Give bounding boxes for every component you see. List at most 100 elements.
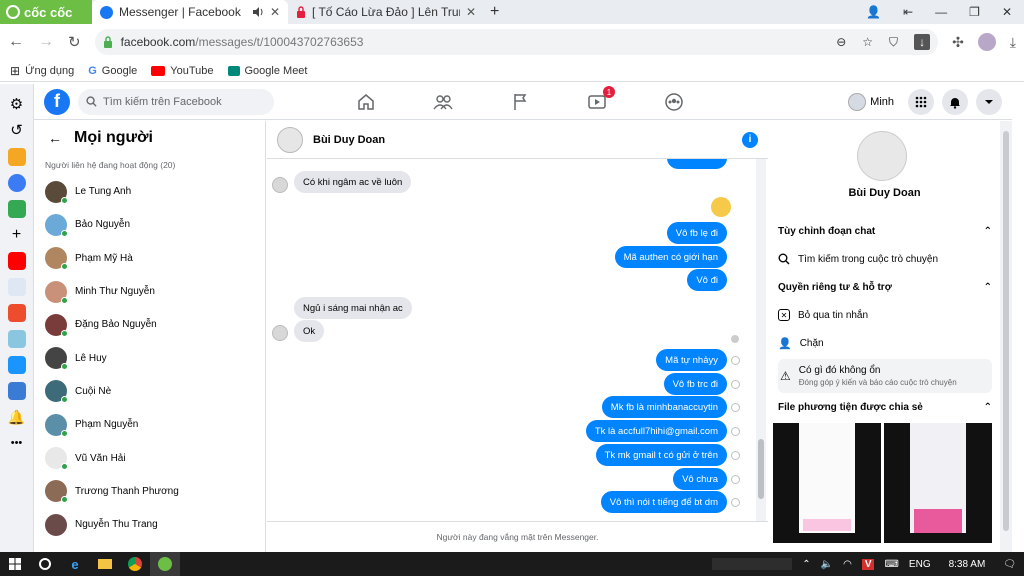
close-tab-icon[interactable]: ✕: [270, 5, 280, 19]
back-icon[interactable]: ←: [8, 33, 24, 51]
forward-icon[interactable]: →: [38, 33, 54, 51]
contact-item[interactable]: Bảo Nguyễn: [34, 208, 265, 241]
contact-item[interactable]: Le Tung Anh: [34, 175, 265, 208]
back-arrow-icon[interactable]: ←: [48, 130, 62, 146]
report-problem-item[interactable]: ⚠ Có gì đó không ổn Đóng góp ý kiến và b…: [778, 359, 992, 393]
outgoing-message[interactable]: Tk là accfull7hihi@gmail.com: [585, 420, 727, 442]
contact-item[interactable]: Đặng Bảo Nguyễn: [34, 308, 265, 341]
wifi-icon[interactable]: ◠: [843, 559, 852, 570]
game-controller-icon[interactable]: [7, 200, 26, 218]
incoming-message[interactable]: Ok: [294, 320, 325, 342]
outgoing-message[interactable]: Vô đi: [687, 269, 727, 291]
file-explorer-icon[interactable]: [90, 552, 120, 576]
block-item[interactable]: 👤 Chặn: [778, 332, 992, 354]
contact-item[interactable]: Minh Thư Nguyễn: [34, 275, 265, 308]
shield-icon[interactable]: ⛉: [889, 35, 898, 50]
chat-scrollbar[interactable]: [756, 159, 766, 521]
contact-item[interactable]: Phạm Mỹ Hà: [34, 242, 265, 275]
chrome-icon[interactable]: [120, 552, 150, 576]
chat-scrollbar-thumb[interactable]: [758, 439, 764, 499]
outgoing-message[interactable]: Vô chưa: [673, 468, 727, 490]
outgoing-message[interactable]: Mã authen có giới hạn: [614, 246, 727, 268]
outgoing-message[interactable]: Vô fb trc đi: [663, 373, 727, 395]
volume-icon[interactable]: 🔈: [821, 559, 833, 570]
pages-flag-icon[interactable]: [508, 90, 532, 114]
contact-item[interactable]: Trương Thanh Phương: [34, 475, 265, 508]
watch-icon[interactable]: 1: [585, 86, 615, 114]
messenger-icon[interactable]: [7, 174, 26, 192]
groups-icon[interactable]: [662, 90, 686, 114]
input-language[interactable]: ENG: [909, 559, 931, 570]
shared-media-thumbnail[interactable]: [884, 423, 992, 543]
outgoing-message[interactable]: Tk mk gmail t có gửi ở trên: [595, 444, 727, 466]
add-icon[interactable]: +: [8, 226, 26, 244]
back-arrow-icon[interactable]: ⇤: [903, 5, 913, 19]
ignore-messages-item[interactable]: ✕ Bỏ qua tin nhắn: [778, 304, 992, 326]
restore-icon[interactable]: ❐: [969, 5, 980, 19]
outgoing-message[interactable]: Vô fb lẹ đi: [666, 222, 727, 244]
outgoing-message[interactable]: Mk fb là minhbanaccuytin: [601, 396, 727, 418]
facebook-search-input[interactable]: Tìm kiếm trên Facebook: [78, 88, 274, 115]
edge-icon[interactable]: e: [60, 552, 90, 576]
keyboard-icon[interactable]: ⌨: [884, 559, 898, 570]
news-icon[interactable]: [7, 382, 26, 400]
tab-messenger[interactable]: Messenger | Facebook ✕: [92, 0, 288, 24]
minimize-icon[interactable]: —: [935, 5, 947, 19]
incoming-message[interactable]: Có khi ngâm ac về luôn: [294, 171, 412, 193]
friends-icon[interactable]: [431, 90, 455, 114]
zoom-out-icon[interactable]: ⊖: [836, 35, 846, 49]
chevron-up-icon[interactable]: ⌃: [802, 559, 810, 570]
download-box-icon[interactable]: ↓: [914, 34, 931, 50]
close-tab-icon[interactable]: ✕: [466, 5, 476, 19]
bookmark-youtube[interactable]: YouTube: [151, 65, 214, 77]
reload-icon[interactable]: ↻: [68, 33, 81, 51]
search-conversation-item[interactable]: Tìm kiếm trong cuộc trò chuyện: [778, 248, 992, 270]
coccoc-menu-button[interactable]: cốc cốc: [0, 0, 92, 24]
url-field[interactable]: facebook.com/messages/t/100043702763653 …: [94, 29, 939, 55]
shared-media-thumbnail[interactable]: [773, 423, 881, 543]
close-window-icon[interactable]: ✕: [1002, 5, 1012, 19]
section-customize-chat[interactable]: Tùy chỉnh đoạn chat ⌃: [778, 220, 992, 242]
section-shared-media[interactable]: File phương tiện được chia sẻ ⌃: [778, 396, 992, 418]
avatar[interactable]: [277, 126, 303, 153]
user-icon[interactable]: 👤: [866, 5, 881, 19]
avatar[interactable]: [857, 131, 907, 181]
outgoing-message[interactable]: Vô thì nói t tiếng để bt dm: [600, 491, 727, 513]
coccoc-taskbar-icon[interactable]: [150, 552, 180, 576]
bookmark-google[interactable]: G Google: [88, 65, 137, 77]
shopee-icon[interactable]: [7, 304, 26, 322]
unikey-v-icon[interactable]: V: [861, 558, 875, 570]
info-scrollbar[interactable]: [1000, 121, 1012, 552]
outgoing-message[interactable]: Mã tự nhảyy: [656, 349, 727, 371]
facebook-logo-icon[interactable]: f: [44, 88, 70, 115]
bookmark-star-icon[interactable]: ☆: [862, 35, 873, 49]
tiki-icon[interactable]: [7, 356, 26, 374]
info-icon[interactable]: i: [742, 131, 758, 148]
menu-grid-icon[interactable]: [908, 89, 934, 115]
downloads-icon[interactable]: ⤓: [1010, 34, 1016, 51]
youtube-side-icon[interactable]: [7, 252, 26, 270]
search-circle-icon[interactable]: [30, 552, 60, 576]
contact-item[interactable]: Cuội Nè: [34, 375, 265, 408]
contact-item[interactable]: Phạm Nguyễn: [34, 408, 265, 441]
info-scrollbar-thumb[interactable]: [1003, 131, 1009, 531]
more-icon[interactable]: •••: [8, 434, 26, 452]
new-tab-button[interactable]: +: [484, 0, 505, 24]
contact-item[interactable]: Vũ Văn Hải: [34, 441, 265, 474]
windows-start-icon[interactable]: [0, 552, 30, 576]
account-chevron-down-icon[interactable]: [976, 89, 1002, 115]
incoming-message[interactable]: Ngủ i sáng mai nhận ac: [294, 297, 412, 319]
game-icon[interactable]: [7, 330, 26, 348]
home-icon[interactable]: [354, 90, 378, 114]
crown-icon[interactable]: [7, 148, 26, 166]
settings-gear-icon[interactable]: ⚙: [8, 96, 26, 114]
tab-scam-report[interactable]: [ Tố Cáo Lừa Đảo ] Lên Trung ✕: [288, 0, 484, 24]
contact-item[interactable]: Nguyễn Thu Trang: [34, 508, 265, 541]
notifications-bell-icon[interactable]: [942, 89, 968, 115]
app-icon[interactable]: [7, 278, 26, 296]
clock[interactable]: 8:38 AM: [941, 559, 994, 570]
speaker-icon[interactable]: [252, 6, 264, 18]
profile-chip[interactable]: Minh: [848, 93, 900, 111]
notification-center-icon[interactable]: 🗨: [1003, 559, 1016, 570]
section-privacy-support[interactable]: Quyền riêng tư & hỗ trợ ⌃: [778, 276, 992, 298]
